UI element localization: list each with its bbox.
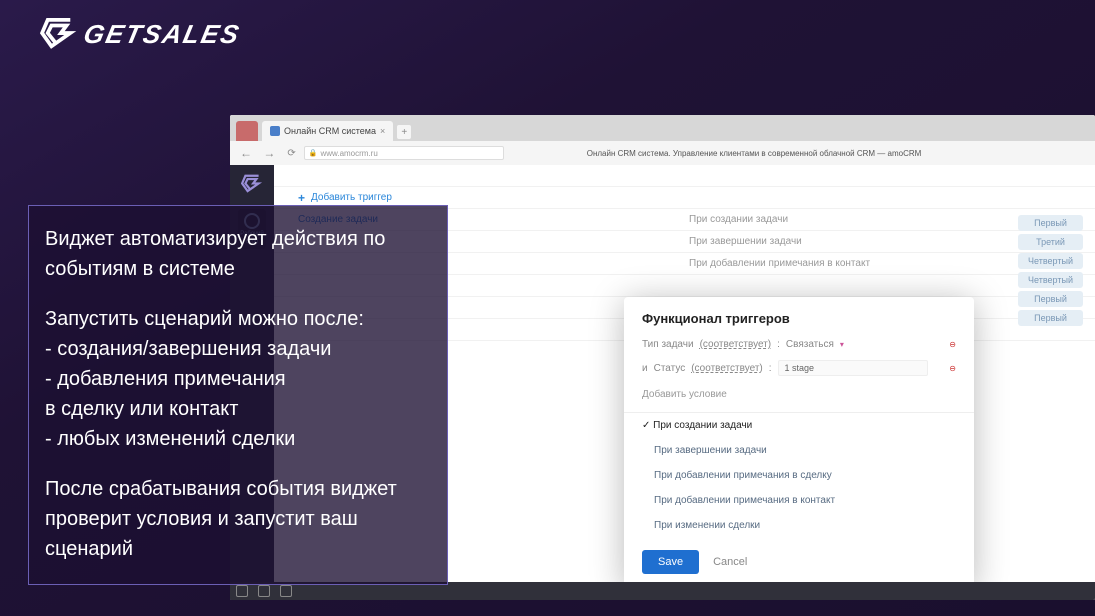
trigger-event: При создании задачи [689,214,788,225]
browser-tab-strip: Онлайн CRM система × + [230,115,1095,141]
dropdown-item[interactable]: При добавлении примечания в контакт [624,488,974,513]
reload-icon[interactable]: ⟳ [287,148,295,159]
taskbar-icon[interactable] [236,585,248,597]
brand-logo: GETSALES [40,18,240,50]
trigger-modal: Функционал триггеров Тип задачи (соответ… [624,297,974,588]
condition-row-task-type: Тип задачи (соответствует): Связаться ▾ … [624,334,974,355]
dropdown-item[interactable]: При создании задачи [624,413,974,438]
status-select[interactable]: 1 stage [778,360,928,376]
pinned-tab-icon[interactable] [236,121,258,141]
browser-tab-active[interactable]: Онлайн CRM система × [262,121,393,141]
explainer-overlay: Виджет автоматизирует действия по событи… [28,205,448,585]
stage-badge-column: Первый Третий Четвертый Четвертый Первый… [1018,215,1083,326]
plus-icon: + [298,191,305,205]
trigger-row-head [274,165,1095,187]
stage-badge: Первый [1018,291,1083,307]
brand-text: GETSALES [81,19,244,50]
cancel-link[interactable]: Cancel [713,556,747,568]
brand-mark-icon [40,18,78,50]
save-button[interactable]: Save [642,550,699,574]
trigger-event: При добавлении примечания в контакт [689,258,870,269]
delete-condition-icon[interactable]: ⊖ [949,364,956,373]
browser-nav-icons[interactable]: ← → [240,146,279,160]
stage-badge: Четвертый [1018,272,1083,288]
delete-condition-icon[interactable]: ⊖ [949,340,956,349]
modal-title: Функционал триггеров [624,297,974,334]
overlay-p3: После срабатывания события виджет провер… [45,474,431,564]
dropdown-item[interactable]: При изменении сделки [624,513,974,538]
stage-badge: Первый [1018,215,1083,231]
stage-badge: Четвертый [1018,253,1083,269]
cond-operator[interactable]: (соответствует) [691,363,763,374]
url-field[interactable]: 🔒 www.amocrm.ru [304,146,504,160]
condition-row-status: и Статус (соответствует): 1 stage ⊖ [624,355,974,381]
stage-badge: Первый [1018,310,1083,326]
overlay-b1: - создания/завершения задачи [45,334,431,364]
dropdown-item[interactable]: При добавлении примечания в сделку [624,463,974,488]
overlay-b2: - добавления примечания [45,364,431,394]
browser-address-bar: ← → ⟳ 🔒 www.amocrm.ru Онлайн CRM система… [230,141,1095,165]
tab-title: Онлайн CRM система [284,126,376,136]
lock-icon: 🔒 [309,149,318,157]
new-tab-button[interactable]: + [397,125,411,139]
cond-field-label: Статус [654,363,686,374]
overlay-p2: Запустить сценарий можно после: [45,304,431,334]
stage-badge: Третий [1018,234,1083,250]
overlay-b4: - любых изменений сделки [45,424,431,454]
modal-footer: Save Cancel [624,538,974,588]
page-title-text: Онлайн CRM система. Управление клиентами… [587,149,922,158]
add-trigger-label: Добавить триггер [311,192,392,203]
add-condition-link[interactable]: Добавить условие [624,381,974,412]
overlay-b3: в сделку или контакт [45,394,431,424]
dropdown-item[interactable]: При завершении задачи [624,438,974,463]
taskbar-icon[interactable] [258,585,270,597]
event-dropdown: При создании задачи При завершении задач… [624,412,974,538]
trigger-event: При завершении задачи [689,236,802,247]
overlay-p1: Виджет автоматизирует действия по событи… [45,224,431,284]
cond-and: и [642,363,648,374]
cond-value[interactable]: Связаться [786,339,834,350]
url-text: www.amocrm.ru [320,149,377,158]
taskbar-icon[interactable] [280,585,292,597]
tab-close-icon[interactable]: × [380,126,385,136]
tab-favicon-icon [270,126,280,136]
cond-operator[interactable]: (соответствует) [700,339,772,350]
chevron-down-icon[interactable]: ▾ [840,340,844,349]
sidebar-logo-icon[interactable] [241,173,263,195]
cond-field-label: Тип задачи [642,339,694,350]
